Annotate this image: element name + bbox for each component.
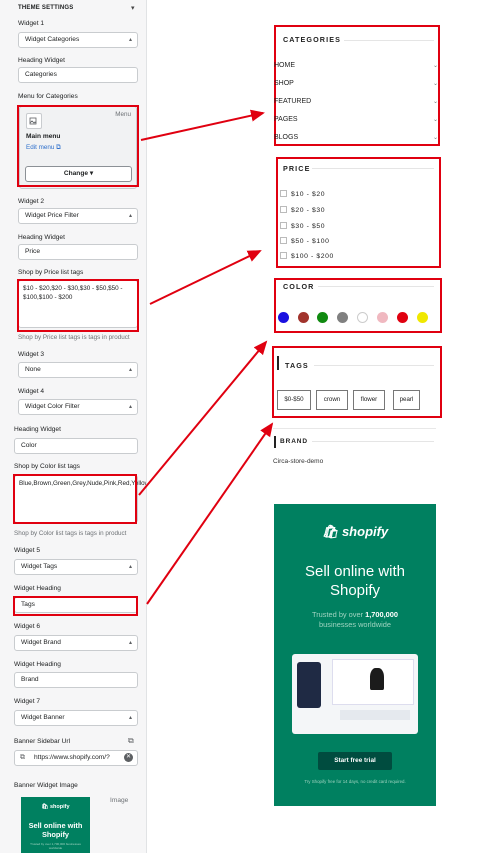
arrow-color-tags-to-color — [138, 340, 268, 496]
arrow-price-tags-to-price — [149, 250, 262, 305]
arrow-menu-to-categories — [140, 109, 265, 141]
annotation-arrows — [138, 109, 274, 605]
arrow-tags-heading-to-tags — [146, 422, 274, 605]
